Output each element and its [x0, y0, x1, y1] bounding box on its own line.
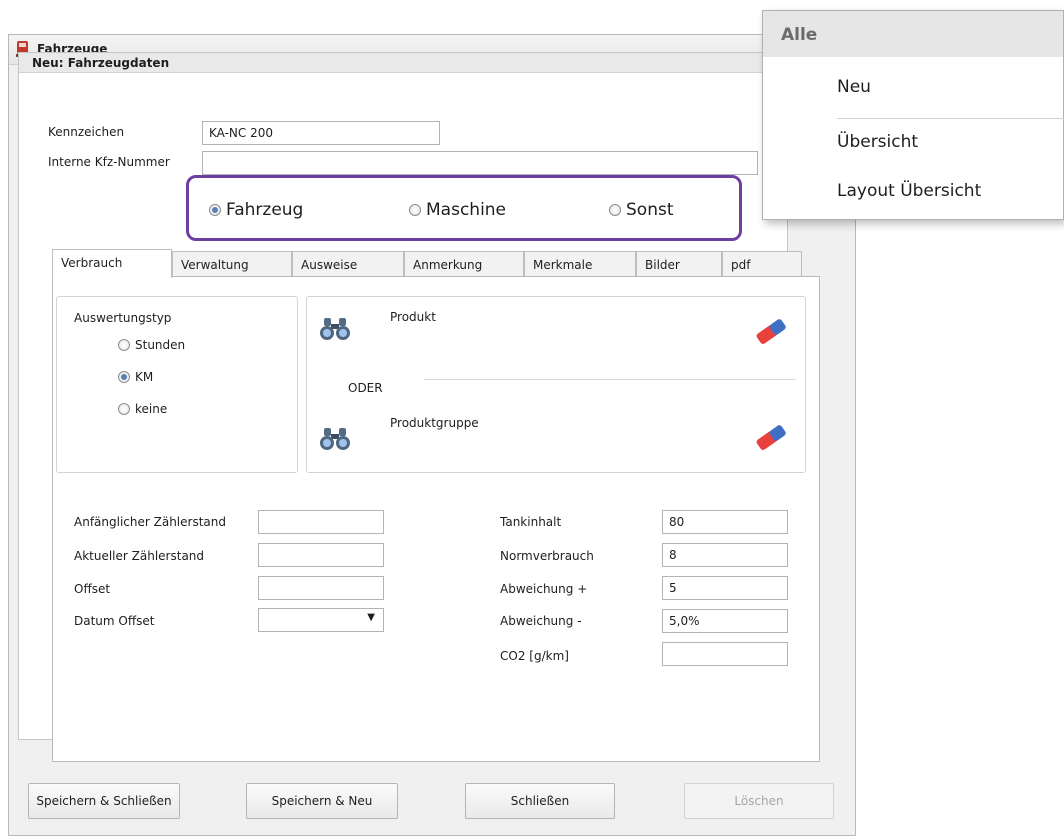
binoculars-icon[interactable]	[318, 426, 352, 452]
tab-ausweise[interactable]: Ausweise	[292, 251, 404, 277]
radio-checked-icon	[118, 371, 130, 383]
group-header: Neu: Fahrzeugdaten	[19, 53, 787, 73]
radio-unchecked-icon	[118, 403, 130, 415]
eraser-icon[interactable]	[752, 316, 792, 346]
kennzeichen-input[interactable]: KA-NC 200	[202, 121, 440, 145]
normverbrauch-input[interactable]: 8	[662, 543, 788, 567]
abweichung-minus-label: Abweichung -	[500, 614, 582, 628]
anfaenglicher-zaehlerstand-label: Anfänglicher Zählerstand	[74, 515, 226, 529]
radio-km-label: KM	[135, 370, 154, 384]
abweichung-minus-input[interactable]: 5,0%	[662, 609, 788, 633]
menu-item-neu[interactable]: Neu	[837, 77, 871, 97]
radio-maschine[interactable]: Maschine	[409, 200, 506, 220]
radio-fahrzeug-label: Fahrzeug	[226, 200, 304, 220]
save-new-button[interactable]: Speichern & Neu	[246, 783, 398, 819]
menu-separator	[837, 118, 1064, 119]
produktgruppe-label: Produktgruppe	[390, 416, 479, 430]
auswertungstyp-label: Auswertungstyp	[74, 311, 172, 325]
datum-offset-label: Datum Offset	[74, 614, 155, 628]
radio-unchecked-icon	[609, 204, 621, 216]
co2-label: CO2 [g/km]	[500, 649, 569, 663]
tab-bilder[interactable]: Bilder	[636, 251, 722, 277]
aktueller-zaehlerstand-input[interactable]	[258, 543, 384, 567]
radio-sonst-label: Sonst	[626, 200, 674, 220]
tab-verbrauch[interactable]: Verbrauch	[52, 249, 172, 278]
menu-item-uebersicht[interactable]: Übersicht	[837, 132, 918, 152]
radio-km[interactable]: KM	[118, 370, 153, 384]
vehicle-type-selector: Fahrzeug Maschine Sonst	[186, 175, 742, 241]
radio-maschine-label: Maschine	[426, 200, 507, 220]
radio-unchecked-icon	[409, 204, 421, 216]
oder-label: ODER	[348, 381, 383, 395]
co2-input[interactable]	[662, 642, 788, 666]
context-menu: Alle Neu Übersicht Layout Übersicht	[762, 10, 1064, 220]
tankinhalt-label: Tankinhalt	[500, 515, 562, 529]
aktueller-zaehlerstand-label: Aktueller Zählerstand	[74, 549, 205, 563]
tab-verwaltung[interactable]: Verwaltung	[172, 251, 292, 277]
radio-stunden-label: Stunden	[135, 338, 186, 352]
interne-kfz-nummer-input[interactable]	[202, 151, 758, 175]
anfaenglicher-zaehlerstand-input[interactable]	[258, 510, 384, 534]
menu-header: Alle	[763, 11, 1063, 57]
tab-anmerkung[interactable]: Anmerkung	[404, 251, 524, 277]
close-button[interactable]: Schließen	[465, 783, 615, 819]
produkt-label: Produkt	[390, 310, 436, 324]
tankinhalt-input[interactable]: 80	[662, 510, 788, 534]
binoculars-icon[interactable]	[318, 316, 352, 342]
menu-header-label: Alle	[781, 25, 818, 45]
offset-label: Offset	[74, 582, 111, 596]
radio-checked-icon	[209, 204, 221, 216]
separator-line	[424, 379, 796, 380]
radio-stunden[interactable]: Stunden	[118, 338, 185, 352]
tab-pdf[interactable]: pdf	[722, 251, 802, 277]
delete-button[interactable]: Löschen	[684, 783, 834, 819]
radio-sonst[interactable]: Sonst	[609, 200, 674, 220]
eraser-icon[interactable]	[752, 422, 792, 452]
datum-offset-dropdown[interactable]: ▼	[258, 608, 384, 632]
chevron-down-icon[interactable]: ▼	[367, 612, 375, 623]
abweichung-plus-label: Abweichung +	[500, 582, 588, 596]
interne-kfz-nummer-label: Interne Kfz-Nummer	[48, 155, 170, 169]
normverbrauch-label: Normverbrauch	[500, 549, 594, 563]
save-close-button[interactable]: Speichern & Schließen	[28, 783, 180, 819]
radio-unchecked-icon	[118, 339, 130, 351]
radio-keine[interactable]: keine	[118, 402, 167, 416]
kennzeichen-label: Kennzeichen	[48, 125, 125, 139]
offset-input[interactable]	[258, 576, 384, 600]
abweichung-plus-input[interactable]: 5	[662, 576, 788, 600]
tab-merkmale[interactable]: Merkmale	[524, 251, 636, 277]
group-title: Neu: Fahrzeugdaten	[32, 56, 170, 70]
radio-fahrzeug[interactable]: Fahrzeug	[209, 200, 303, 220]
menu-item-layout-uebersicht[interactable]: Layout Übersicht	[837, 181, 981, 201]
radio-keine-label: keine	[135, 402, 168, 416]
